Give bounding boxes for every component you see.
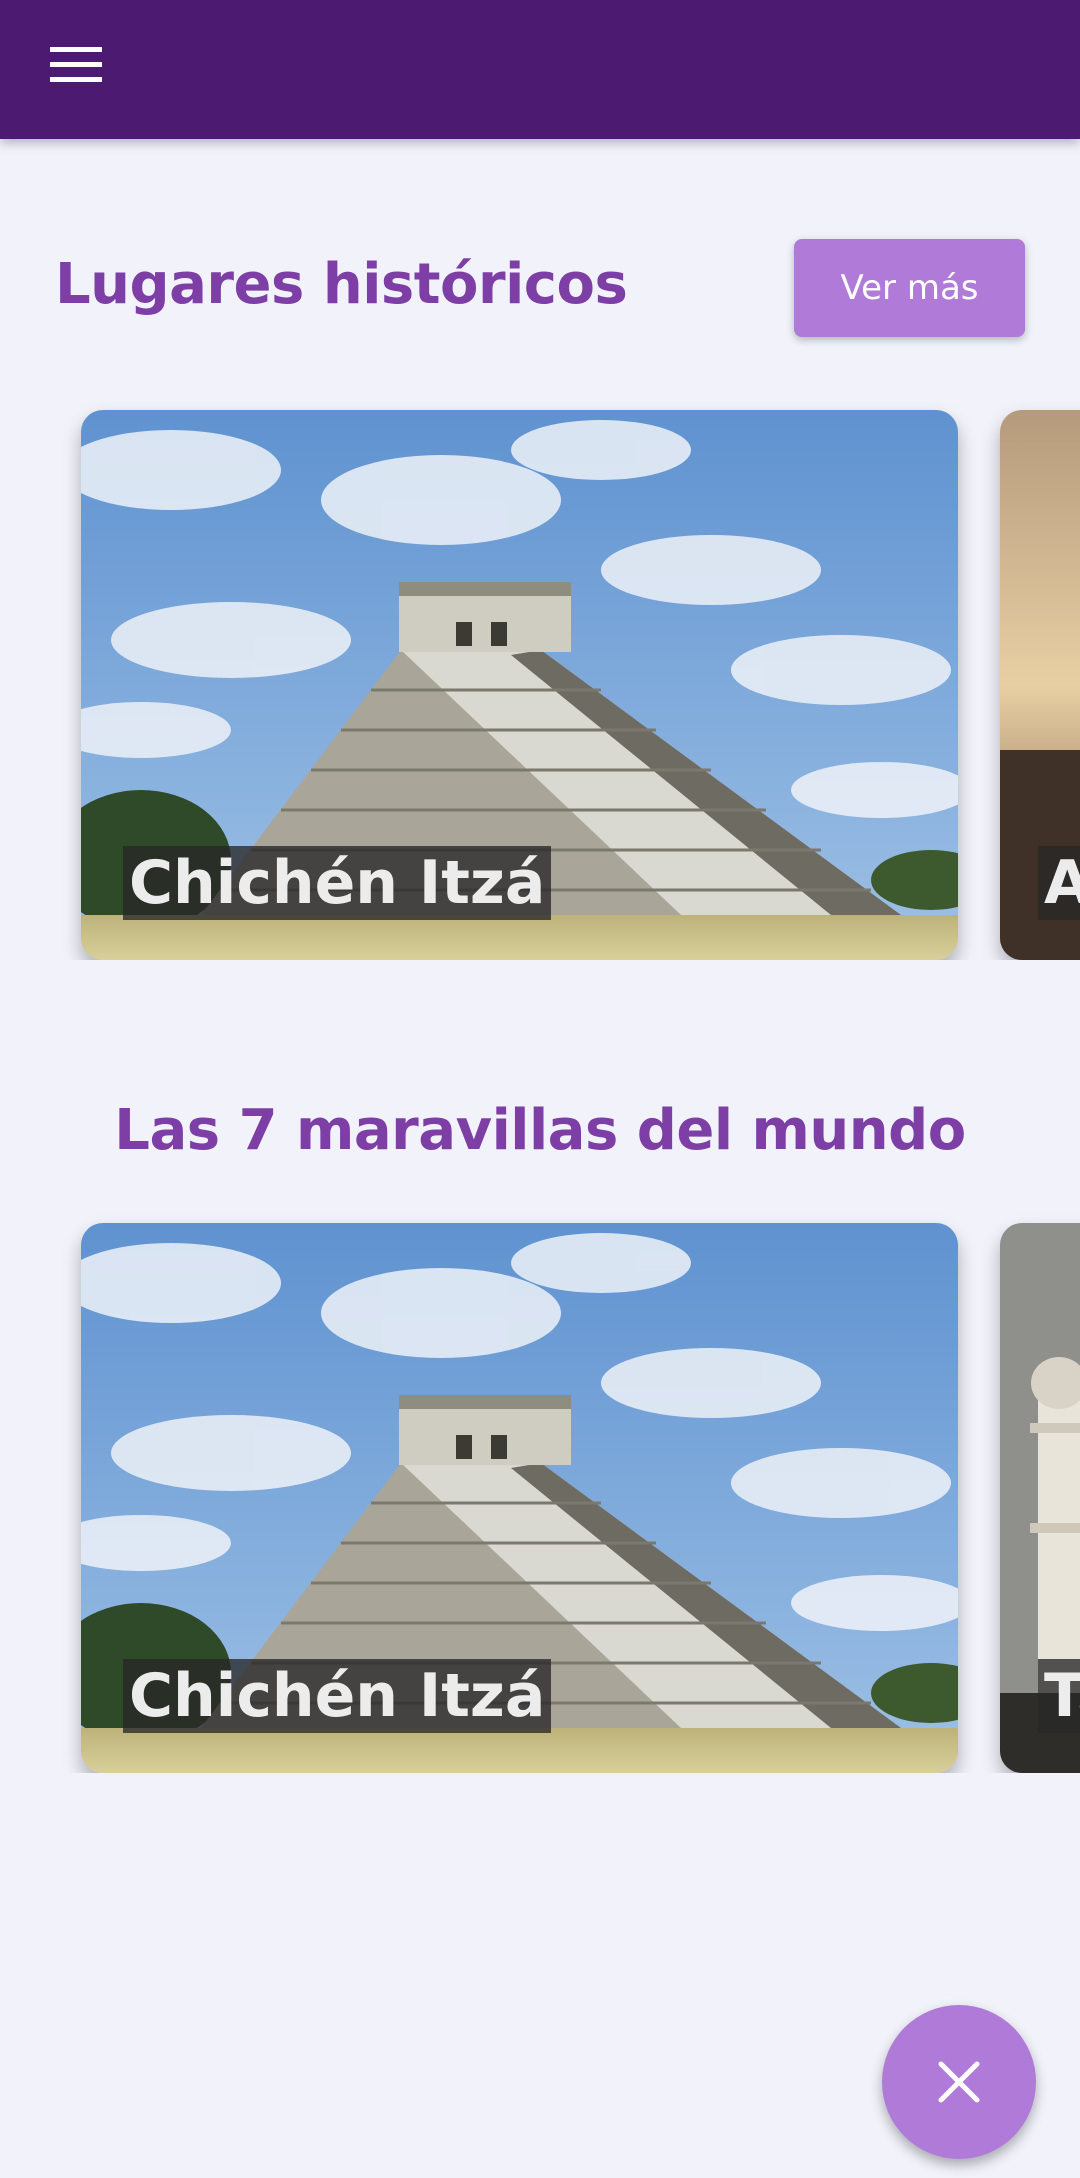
card-label: Chichén Itzá [123,846,552,920]
close-icon [938,2061,980,2103]
card-label: A [1038,846,1080,920]
place-card[interactable]: Chichén Itzá [81,410,958,960]
see-more-button[interactable]: Ver más [794,239,1025,337]
menu-button[interactable] [40,34,112,94]
place-card[interactable]: Ta [1000,1223,1080,1773]
app-bar [0,0,1080,139]
card-label: Chichén Itzá [123,1659,552,1733]
carousel-wonders[interactable]: Chichén Itzá Ta [0,1213,1080,1773]
card-label: Ta [1038,1659,1080,1733]
close-fab-button[interactable] [882,2005,1036,2159]
place-card[interactable]: A [1000,410,1080,960]
place-card[interactable]: Chichén Itzá [81,1223,958,1773]
carousel-historic[interactable]: Chichén Itzá A [0,400,1080,960]
section-title-wonders: Las 7 maravillas del mundo [114,1098,966,1163]
hamburger-menu-icon [50,47,102,82]
section-title-historic: Lugares históricos [55,252,628,317]
